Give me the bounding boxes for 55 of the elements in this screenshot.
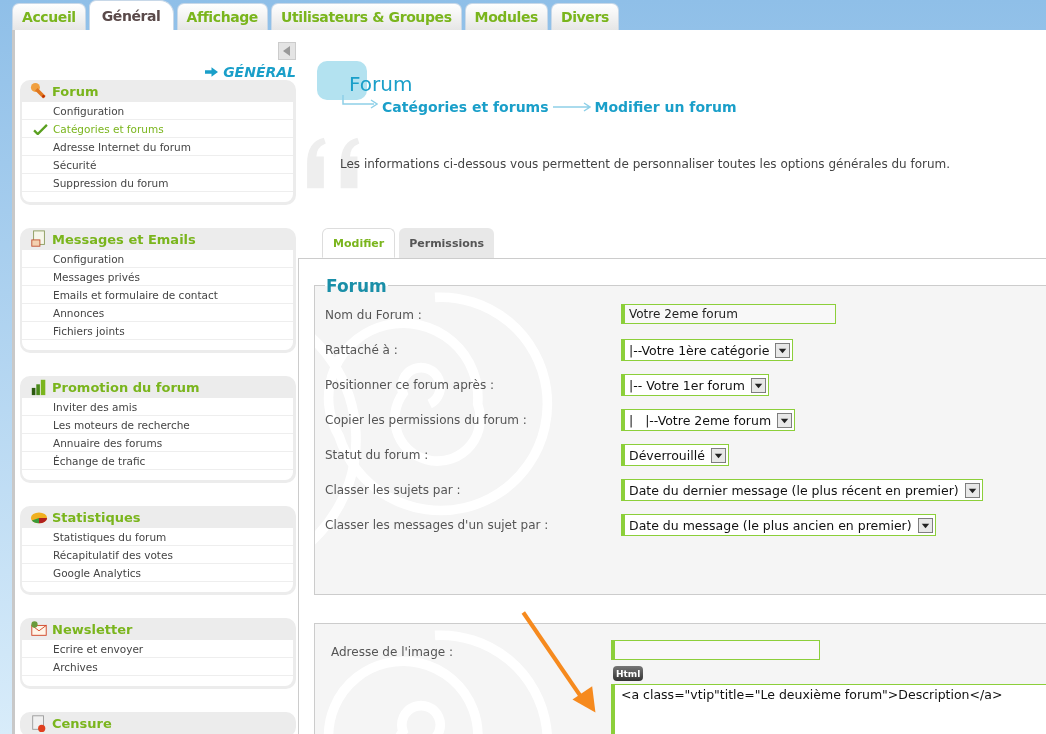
field-label: Nom du Forum : (325, 307, 423, 322)
section-title: Messages et Emails (52, 231, 196, 247)
menu-item[interactable]: Google Analytics (22, 564, 293, 582)
field-label: Classer les messages d'un sujet par : (325, 517, 550, 532)
intro-text: Les informations ci-dessous vous permettent de personnaliser toutes les options générales du forum. (340, 157, 951, 171)
field-label: Classer les sujets par : (325, 482, 462, 497)
menu-item[interactable]: Sécurité (22, 156, 293, 174)
menu-item[interactable]: Configuration (22, 250, 293, 268)
menu-item[interactable]: Inviter des amis (22, 398, 293, 416)
section-title: Forum (52, 83, 99, 99)
menu-item[interactable]: Ecrire et envoyer (22, 640, 293, 658)
dropdown[interactable]: Date du message (le plus ancien en premier) (621, 514, 936, 536)
wrench-icon (30, 82, 48, 100)
menu-item[interactable]: Fichiers joints (22, 322, 293, 340)
dropdown[interactable]: Déverrouillé (621, 444, 729, 466)
field-label: Copier les permissions du forum : (325, 412, 528, 427)
menu-item[interactable]: Annonces (22, 304, 293, 322)
dropdown[interactable]: | |--Votre 2eme forum (621, 409, 796, 431)
menu-item[interactable]: Messages privés (22, 268, 293, 286)
section-heading: GÉNÉRAL (223, 64, 296, 80)
page-title: Forum (349, 72, 413, 96)
field-label: Statut du forum : (325, 447, 430, 462)
menu-item[interactable]: Emails et formulaire de contact (22, 286, 293, 304)
check-icon (33, 124, 48, 135)
arrow-icon (205, 67, 219, 77)
field-label: Rattaché à : (325, 342, 399, 357)
text-field[interactable] (611, 640, 820, 660)
section-title: Promotion du forum (52, 379, 200, 395)
html-button[interactable]: Html (613, 666, 644, 681)
menu-item[interactable]: Suppression du forum (22, 174, 293, 192)
menu-item[interactable]: Configuration (22, 102, 293, 120)
menu-item[interactable]: Adresse Internet du forum (22, 138, 293, 156)
menu-item[interactable]: Archives (22, 658, 293, 676)
section-title: Censure (52, 715, 112, 731)
text-area[interactable]: <a class="vtip"title="Le deuxième forum">Description</a> (611, 684, 1046, 734)
collapse-icon[interactable] (278, 42, 296, 60)
tab[interactable]: Permissions (399, 228, 495, 258)
menu-item[interactable]: Annuaire des forums (22, 434, 293, 452)
dropdown[interactable]: Date du dernier message (le plus récent en premier) (621, 479, 983, 501)
dropdown[interactable]: |--Votre 1ère catégorie (621, 339, 794, 361)
dropdown[interactable]: |-- Votre 1er forum (621, 374, 769, 396)
section-title: Statistiques (52, 509, 141, 525)
text-field[interactable]: Votre 2eme forum (621, 304, 836, 324)
menu-item[interactable]: Récapitulatif des votes (22, 546, 293, 564)
menu-item[interactable]: Les moteurs de recherche (22, 416, 293, 434)
section-title: Newsletter (52, 621, 133, 637)
menu-item[interactable]: Échange de trafic (22, 452, 293, 470)
chart-icon (30, 378, 48, 396)
field-label: Adresse de l'image : (331, 644, 455, 659)
arrow-icon (552, 102, 591, 112)
menu-item[interactable]: Statistiques du forum (22, 528, 293, 546)
connector-line (342, 95, 378, 111)
field-label: Positionner ce forum après : (325, 377, 495, 392)
envelope-icon (30, 620, 48, 638)
nav-tab[interactable]: Général (88, 0, 174, 30)
